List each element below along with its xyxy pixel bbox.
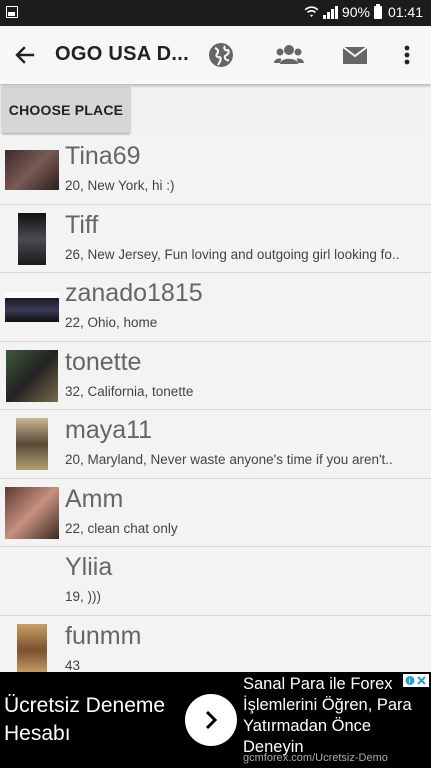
user-name: Tina69: [65, 142, 141, 170]
list-item[interactable]: Amm 22, clean chat only: [0, 478, 431, 547]
user-description: 43: [65, 657, 81, 673]
list-item[interactable]: Tina69 20, New York, hi :): [0, 136, 431, 205]
avatar: [0, 553, 64, 609]
ad-banner[interactable]: Ücretsiz Deneme Hesabı Sanal Para ile Fo…: [0, 672, 431, 768]
ad-headline-line2: Hesabı: [4, 722, 71, 745]
clock: 01:41: [387, 4, 423, 20]
battery-icon: [373, 3, 382, 19]
choose-place-button[interactable]: CHOOSE PLACE: [2, 87, 130, 133]
user-description: 22, clean chat only: [65, 520, 178, 536]
avatar: [0, 485, 64, 541]
list-item[interactable]: zanado1815 22, Ohio, home: [0, 273, 431, 342]
choose-place-bar: CHOOSE PLACE: [0, 84, 431, 136]
avatar: [0, 416, 64, 472]
app-toolbar: OGO USA D...: [0, 26, 431, 84]
list-item[interactable]: tonette 32, California, tonette: [0, 341, 431, 410]
user-description: 20, Maryland, Never waste anyone's time …: [65, 452, 393, 467]
user-description: 19, ))): [65, 589, 102, 604]
avatar: [0, 279, 64, 335]
list-item[interactable]: maya11 20, Maryland, Never waste anyone'…: [0, 410, 431, 479]
user-description: 20, New York, hi :): [65, 178, 175, 193]
ad-url: gcmforex.com/Ucretsiz-Demo: [243, 752, 388, 764]
user-description: 26, New Jersey, Fun loving and outgoing …: [65, 246, 400, 262]
user-name: Amm: [65, 484, 124, 513]
user-description: 22, Ohio, home: [65, 315, 158, 330]
overflow-menu-icon[interactable]: [396, 41, 418, 69]
page-title: OGO USA D...: [55, 43, 189, 65]
adchoices-icon[interactable]: i: [403, 674, 429, 687]
user-name: zanado1815: [65, 279, 203, 307]
ad-open-button[interactable]: [185, 694, 237, 746]
ad-body-text: Sanal Para ile Forex İşlemlerini Öğren, …: [243, 675, 412, 756]
battery-percent: 90%: [341, 4, 370, 20]
gallery-notification-icon: [6, 6, 18, 18]
signal-icon: [322, 5, 338, 19]
avatar: [0, 622, 64, 678]
avatar: [0, 211, 64, 267]
user-name: Tiff: [65, 210, 99, 239]
user-list: Tina69 20, New York, hi :) Tiff 26, New …: [0, 136, 431, 684]
user-name: Yliia: [65, 553, 113, 581]
user-name: funmm: [65, 621, 142, 650]
wifi-icon: ↑: [304, 5, 319, 17]
svg-text:↑: ↑: [314, 5, 316, 10]
user-description: 32, California, tonette: [65, 383, 194, 399]
group-icon[interactable]: [273, 41, 305, 69]
avatar: [0, 142, 64, 198]
globe-icon[interactable]: [207, 41, 235, 69]
status-bar: ↑ 90% 01:41: [0, 0, 431, 26]
user-name: tonette: [65, 347, 142, 376]
chevron-right-icon: [205, 710, 218, 730]
ad-headline-line1: Ücretsiz Deneme: [4, 694, 166, 717]
back-arrow-icon[interactable]: [12, 42, 38, 68]
avatar: [0, 348, 64, 404]
list-item[interactable]: Tiff 26, New Jersey, Fun loving and outg…: [0, 204, 431, 273]
list-item[interactable]: Yliia 19, ))): [0, 547, 431, 616]
user-name: maya11: [65, 416, 153, 444]
mail-icon[interactable]: [342, 41, 368, 69]
ad-headline: Ücretsiz Deneme Hesabı: [4, 692, 165, 748]
status-indicators: ↑ 90% 01:41: [304, 3, 423, 20]
